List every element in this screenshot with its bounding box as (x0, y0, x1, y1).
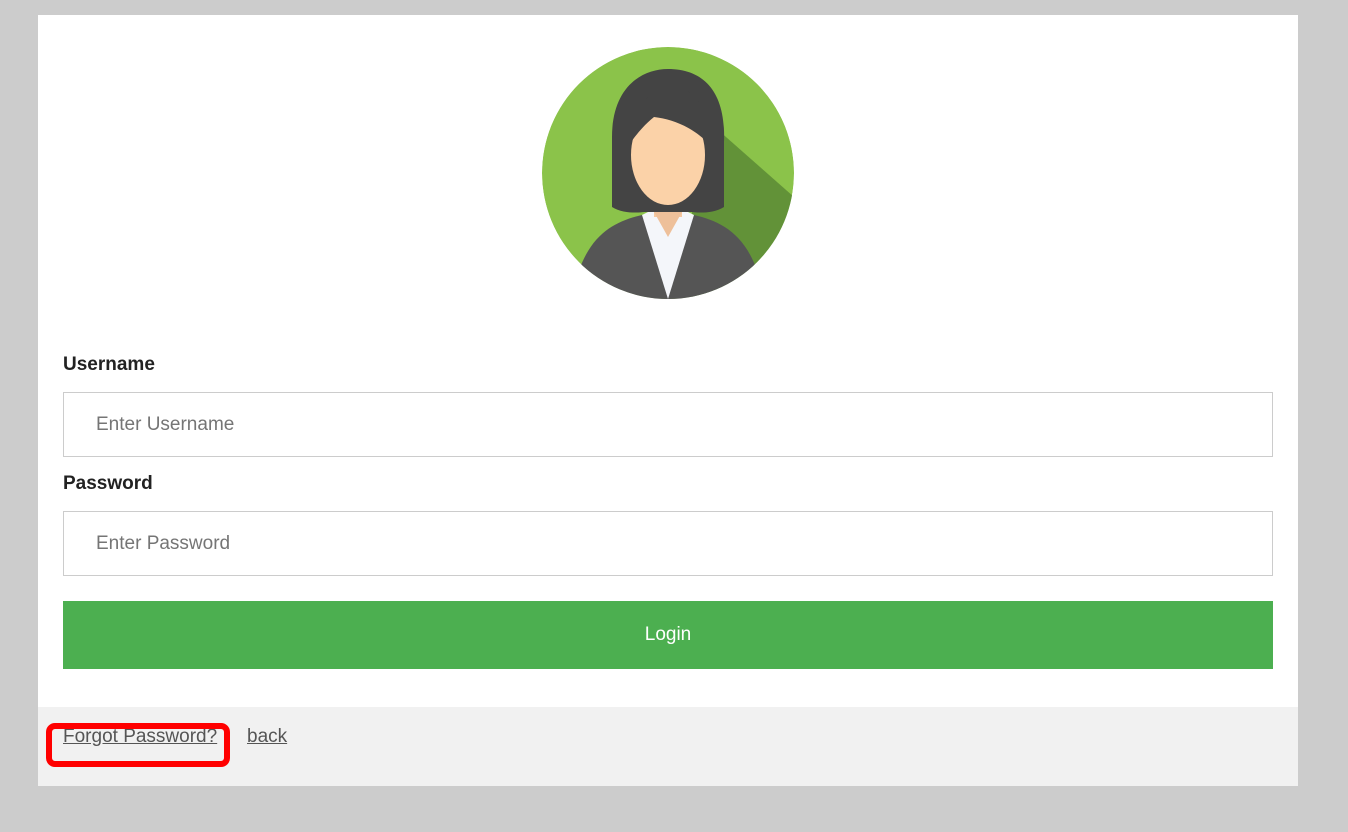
forgot-password-link[interactable]: Forgot Password? (63, 726, 217, 748)
login-button[interactable]: Login (63, 601, 1273, 669)
username-label: Username (63, 354, 155, 375)
back-link[interactable]: back (247, 726, 287, 748)
password-label: Password (63, 473, 153, 494)
login-card: Username Password Login Forgot Password?… (38, 15, 1298, 786)
password-input[interactable] (63, 511, 1273, 576)
username-input[interactable] (63, 392, 1273, 457)
female-avatar-icon (542, 47, 794, 299)
login-footer: Forgot Password? back (38, 707, 1298, 786)
